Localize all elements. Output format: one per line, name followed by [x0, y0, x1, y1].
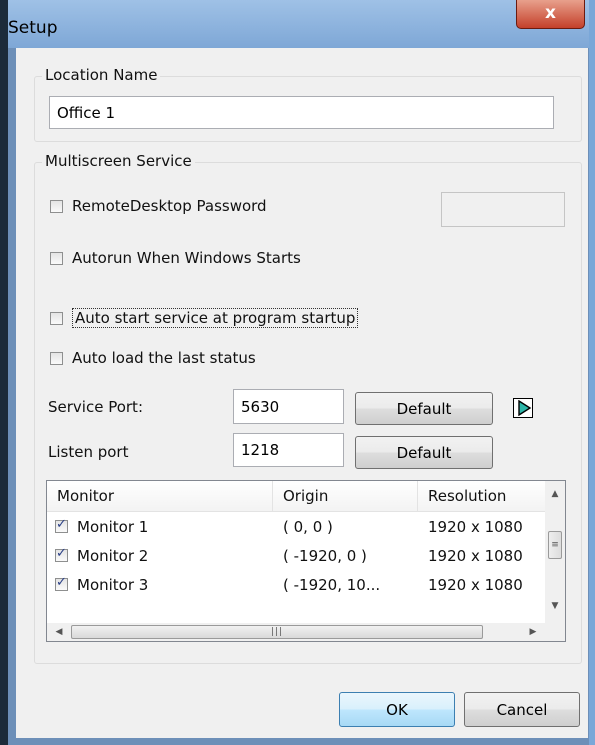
autorun-checkbox-row[interactable]: Autorun When Windows Starts — [50, 247, 301, 269]
origin-cell: ( 0, 0 ) — [283, 517, 333, 536]
service-port-label: Service Port: — [48, 398, 143, 416]
monitor-list[interactable]: Monitor Origin Resolution Monitor 1 ( 0,… — [46, 480, 566, 642]
scrollbar-corner — [545, 623, 565, 641]
listen-port-label: Listen port — [48, 443, 129, 461]
window-left-border — [0, 0, 8, 745]
ok-button[interactable]: OK — [339, 692, 455, 727]
location-name-input[interactable]: Office 1 — [49, 96, 554, 129]
listen-port-default-button[interactable]: Default — [355, 436, 493, 469]
table-row[interactable]: Monitor 2 ( -1920, 0 ) 1920 x 1080 — [47, 541, 545, 570]
horizontal-scrollbar[interactable]: ◀ ||| ▶ — [47, 623, 545, 641]
monitor-cell: Monitor 1 — [55, 512, 148, 541]
multiscreen-service-group-label: Multiscreen Service — [42, 152, 195, 170]
service-port-input[interactable]: 5630 — [233, 389, 344, 424]
remote-password-input[interactable] — [441, 192, 565, 227]
autorun-label: Autorun When Windows Starts — [72, 249, 301, 267]
origin-cell: ( -1920, 10... — [283, 575, 381, 594]
remote-password-checkbox[interactable] — [50, 199, 63, 213]
table-row[interactable]: Monitor 3 ( -1920, 10... 1920 x 1080 — [47, 570, 545, 599]
scroll-down-icon[interactable]: ▼ — [545, 597, 565, 615]
auto-start-checkbox-row[interactable]: Auto start service at program startup — [50, 307, 359, 329]
service-port-default-button[interactable]: Default — [355, 392, 493, 425]
location-name-group-label: Location Name — [42, 66, 161, 84]
monitor-1-checkbox[interactable] — [55, 517, 68, 533]
window-title: Setup — [8, 18, 58, 38]
cancel-button[interactable]: Cancel — [464, 692, 580, 727]
start-service-button[interactable] — [513, 398, 533, 418]
column-header-monitor[interactable]: Monitor — [47, 481, 273, 511]
play-arrow-icon — [518, 400, 532, 416]
resolution-cell: 1920 x 1080 — [428, 546, 523, 565]
auto-start-checkbox[interactable] — [50, 311, 63, 325]
monitor-cell: Monitor 3 — [55, 570, 148, 599]
vertical-scrollbar[interactable]: ▲ ≡ ▼ — [545, 481, 565, 623]
origin-cell: ( -1920, 0 ) — [283, 546, 367, 565]
title-bar[interactable]: Setup x — [0, 0, 595, 48]
auto-load-label: Auto load the last status — [72, 349, 256, 367]
resolution-cell: 1920 x 1080 — [428, 517, 523, 536]
vertical-scroll-thumb[interactable]: ≡ — [548, 531, 562, 559]
resolution-cell: 1920 x 1080 — [428, 575, 523, 594]
remote-password-label: RemoteDesktop Password — [72, 197, 267, 215]
horizontal-scroll-thumb[interactable]: ||| — [71, 625, 483, 639]
window-right-border — [589, 0, 595, 745]
monitor-3-checkbox[interactable] — [55, 575, 68, 591]
scroll-right-icon[interactable]: ▶ — [523, 623, 543, 641]
auto-start-label: Auto start service at program startup — [72, 308, 359, 328]
monitor-name: Monitor 3 — [77, 575, 149, 594]
column-header-origin[interactable]: Origin — [273, 481, 418, 511]
close-icon: x — [545, 3, 556, 23]
scroll-left-icon[interactable]: ◀ — [49, 623, 69, 641]
scroll-up-icon[interactable]: ▲ — [545, 485, 565, 503]
table-row[interactable]: Monitor 1 ( 0, 0 ) 1920 x 1080 — [47, 512, 545, 541]
monitor-cell: Monitor 2 — [55, 541, 148, 570]
listen-port-input[interactable]: 1218 — [233, 433, 344, 467]
monitor-list-header: Monitor Origin Resolution — [47, 481, 545, 512]
auto-load-checkbox-row[interactable]: Auto load the last status — [50, 347, 256, 369]
monitor-2-checkbox[interactable] — [55, 546, 68, 562]
column-header-resolution[interactable]: Resolution — [418, 481, 545, 511]
auto-load-checkbox[interactable] — [50, 351, 63, 365]
monitor-name: Monitor 1 — [77, 517, 149, 536]
close-button[interactable]: x — [516, 0, 585, 29]
monitor-name: Monitor 2 — [77, 546, 149, 565]
setup-window: Setup x Location Name Office 1 Multiscre… — [0, 0, 595, 745]
remote-password-checkbox-row[interactable]: RemoteDesktop Password — [50, 195, 267, 217]
autorun-checkbox[interactable] — [50, 251, 63, 265]
